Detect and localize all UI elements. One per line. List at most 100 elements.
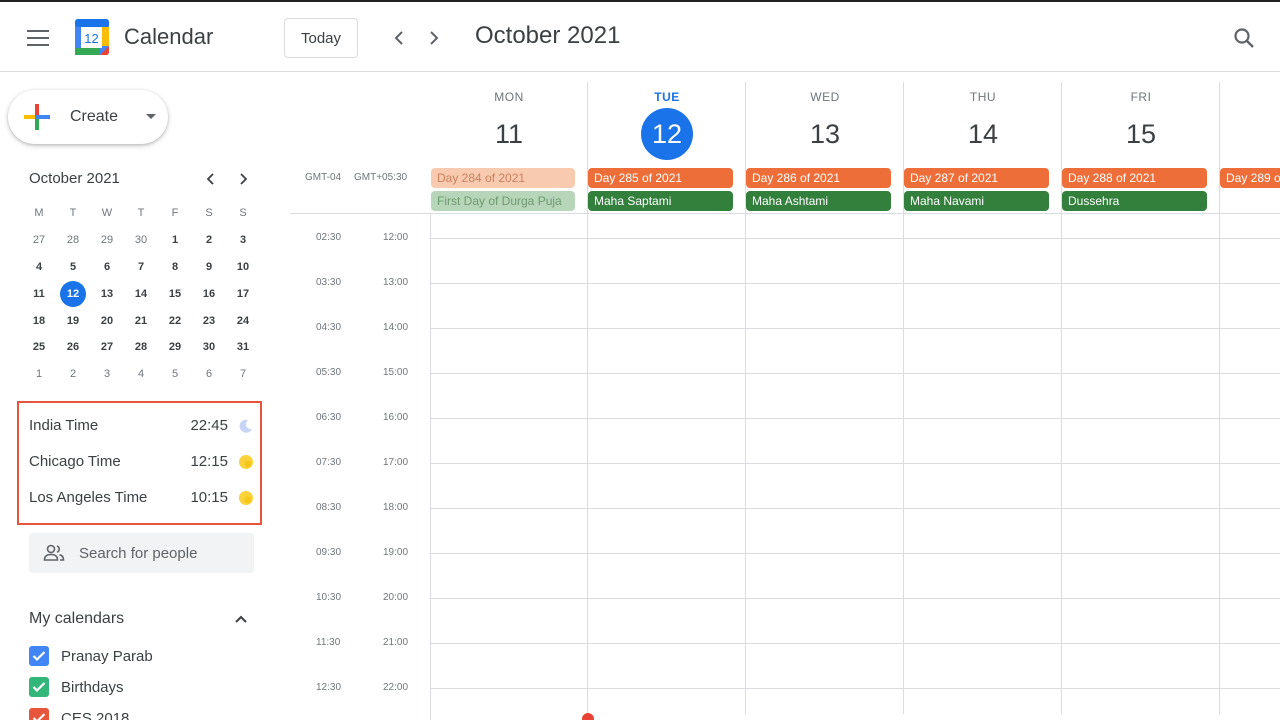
people-icon xyxy=(43,544,65,561)
column-divider xyxy=(587,82,588,714)
time-label-secondary: 19:00 xyxy=(383,547,409,558)
mini-day[interactable]: 18 xyxy=(22,308,56,334)
day-of-week: WED xyxy=(810,90,840,104)
mini-day[interactable]: 25 xyxy=(22,334,56,360)
mini-day[interactable]: 29 xyxy=(90,227,124,253)
hour-line xyxy=(430,643,1280,644)
day-header-fri[interactable]: FRI 15 xyxy=(1062,90,1220,158)
day-header-mon[interactable]: MON 11 xyxy=(430,90,588,158)
mini-day[interactable]: 27 xyxy=(22,227,56,253)
day-of-year-chip[interactable]: Day 288 of 2021 xyxy=(1062,168,1207,188)
my-calendars-collapse-button[interactable] xyxy=(230,608,252,630)
day-header-wed[interactable]: WED 13 xyxy=(746,90,904,158)
caret-down-icon xyxy=(146,114,156,119)
mini-day[interactable]: 26 xyxy=(56,334,90,360)
mini-day[interactable]: 20 xyxy=(90,308,124,334)
search-people-placeholder: Search for people xyxy=(79,545,198,562)
mini-day[interactable]: 8 xyxy=(158,254,192,280)
mini-day[interactable]: 4 xyxy=(22,254,56,280)
mini-day[interactable]: 14 xyxy=(124,281,158,307)
mini-day[interactable]: 3 xyxy=(90,361,124,387)
calendar-item-label: Pranay Parab xyxy=(61,648,153,665)
mini-day[interactable]: 6 xyxy=(90,254,124,280)
create-button[interactable]: Create xyxy=(8,90,168,144)
clock-city: Los Angeles Time xyxy=(29,489,148,506)
mini-day[interactable]: 9 xyxy=(192,254,226,280)
mini-day[interactable]: 5 xyxy=(158,361,192,387)
main-menu-button[interactable] xyxy=(24,24,52,52)
mini-day[interactable]: 2 xyxy=(56,361,90,387)
mini-day[interactable]: 6 xyxy=(192,361,226,387)
holiday-chip[interactable]: First Day of Durga Puja xyxy=(431,191,575,211)
previous-week-button[interactable] xyxy=(386,24,412,52)
mini-day[interactable]: 4 xyxy=(124,361,158,387)
mini-day[interactable]: 28 xyxy=(56,227,90,253)
chevron-left-icon xyxy=(206,173,214,185)
weekday-label: W xyxy=(101,207,113,220)
mini-day-selected[interactable]: 12 xyxy=(56,280,90,307)
mini-day[interactable]: 17 xyxy=(226,281,260,307)
holiday-chip[interactable]: Maha Ashtami xyxy=(746,191,891,211)
holiday-chip[interactable]: Dussehra xyxy=(1062,191,1207,211)
mini-calendar-prev-button[interactable] xyxy=(199,168,221,190)
mini-day[interactable]: 2 xyxy=(192,227,226,253)
search-button[interactable] xyxy=(1230,24,1258,52)
mini-calendar-next-button[interactable] xyxy=(233,168,255,190)
checkbox-checked-icon[interactable] xyxy=(29,646,49,666)
mini-day[interactable]: 22 xyxy=(158,308,192,334)
mini-calendar-week: 1 2 3 4 5 6 7 xyxy=(22,361,260,388)
weekday-label: T xyxy=(69,207,77,220)
weekday-label: S xyxy=(205,207,213,220)
checkbox-checked-icon[interactable] xyxy=(29,708,49,720)
mini-day[interactable]: 29 xyxy=(158,334,192,360)
mini-day[interactable]: 3 xyxy=(226,227,260,253)
mini-day[interactable]: 24 xyxy=(226,308,260,334)
time-label-primary: 07:30 xyxy=(316,457,342,468)
mini-day[interactable]: 15 xyxy=(158,281,192,307)
holiday-chip[interactable]: Maha Saptami xyxy=(588,191,733,211)
day-of-week: FRI xyxy=(1130,90,1152,104)
mini-day[interactable]: 13 xyxy=(90,281,124,307)
mini-day[interactable]: 5 xyxy=(56,254,90,280)
day-of-year-chip[interactable]: Day 284 of 2021 xyxy=(431,168,575,188)
holiday-chip[interactable]: Maha Navami xyxy=(904,191,1049,211)
mini-day[interactable]: 30 xyxy=(192,334,226,360)
day-of-year-chip[interactable]: Day 285 of 2021 xyxy=(588,168,733,188)
mini-day[interactable]: 1 xyxy=(22,361,56,387)
mini-day[interactable]: 7 xyxy=(226,361,260,387)
mini-day[interactable]: 21 xyxy=(124,308,158,334)
mini-day[interactable]: 31 xyxy=(226,334,260,360)
day-header-thu[interactable]: THU 14 xyxy=(904,90,1062,158)
mini-day[interactable]: 30 xyxy=(124,227,158,253)
hour-line xyxy=(430,238,1280,239)
day-of-year-chip[interactable]: Day 286 of 2021 xyxy=(746,168,891,188)
mini-calendar-weekdays: M T W T F S S xyxy=(22,200,260,227)
sun-icon xyxy=(239,455,253,469)
time-label-primary: 04:30 xyxy=(316,322,342,333)
mini-day[interactable]: 10 xyxy=(226,254,260,280)
clock-time: 22:45 xyxy=(190,417,228,434)
time-label-secondary: 22:00 xyxy=(383,682,409,693)
mini-day[interactable]: 19 xyxy=(56,308,90,334)
period-title: October 2021 xyxy=(475,22,621,49)
day-of-year-chip[interactable]: Day 289 of 2021 xyxy=(1220,168,1280,188)
mini-day[interactable]: 23 xyxy=(192,308,226,334)
next-week-button[interactable] xyxy=(421,24,447,52)
day-header-tue[interactable]: TUE 12 xyxy=(588,90,746,160)
mini-day[interactable]: 16 xyxy=(192,281,226,307)
calendar-logo-icon: 12 xyxy=(75,19,109,55)
day-of-year-chip[interactable]: Day 287 of 2021 xyxy=(904,168,1049,188)
checkbox-checked-icon[interactable] xyxy=(29,677,49,697)
search-people-input[interactable]: Search for people xyxy=(29,533,254,573)
today-button[interactable]: Today xyxy=(284,18,358,58)
chevron-left-icon xyxy=(394,31,403,45)
world-clock-row: Chicago Time 12:15 xyxy=(29,451,254,475)
weekday-label: F xyxy=(171,207,179,220)
current-time-indicator xyxy=(582,713,594,720)
mini-day[interactable]: 28 xyxy=(124,334,158,360)
mini-day[interactable]: 1 xyxy=(158,227,192,253)
mini-day[interactable]: 11 xyxy=(22,281,56,307)
mini-day[interactable]: 27 xyxy=(90,334,124,360)
time-label-secondary: 12:00 xyxy=(383,232,409,243)
mini-day[interactable]: 7 xyxy=(124,254,158,280)
